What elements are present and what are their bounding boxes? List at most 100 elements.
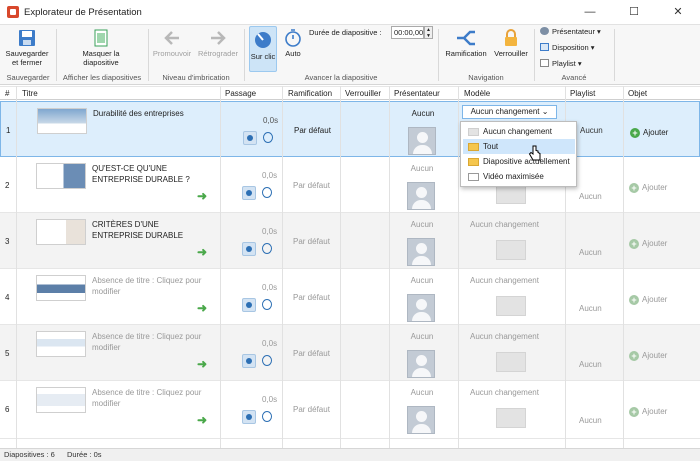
layout-menu[interactable]: Disposition ▾: [540, 42, 595, 54]
table-row[interactable]: 3 CRITÈRES D'UNE ENTREPRISE DURABLE ➜ 0,…: [0, 213, 700, 269]
dropdown-option-maximized-video[interactable]: Vidéo maximisée: [463, 169, 575, 184]
playlist-value[interactable]: Aucun: [579, 304, 602, 313]
slide-title[interactable]: Absence de titre : Cliquez pour modifier: [92, 275, 212, 297]
on-click-button[interactable]: Sur clic: [249, 26, 277, 72]
playlist-value[interactable]: Aucun: [579, 416, 602, 425]
presenter-avatar[interactable]: [407, 294, 435, 322]
timer-icon[interactable]: [262, 187, 272, 198]
timer-icon[interactable]: [262, 299, 272, 310]
status-bar: Diapositives : 6 Durée : 0s: [0, 448, 700, 461]
timer-icon[interactable]: [262, 411, 272, 422]
ribbon-separator: [244, 29, 245, 81]
total-duration: Durée : 0s: [66, 450, 102, 459]
dropdown-option-current-slide[interactable]: Diapositive actuellement: [463, 154, 575, 169]
arrow-right-icon: [211, 31, 226, 45]
slide-title[interactable]: CRITÈRES D'UNE ENTREPRISE DURABLE: [92, 219, 212, 241]
click-timing-icon[interactable]: [242, 298, 256, 312]
add-object-button[interactable]: + Ajouter: [629, 239, 667, 249]
ribbon-separator: [534, 29, 535, 81]
click-timing-icon[interactable]: [242, 186, 256, 200]
duration-spinner[interactable]: ▲ ▼: [424, 26, 433, 39]
save-close-button[interactable]: Sauvegarder et fermer: [3, 28, 51, 67]
window-title: Explorateur de Présentation: [24, 7, 142, 18]
auto-button[interactable]: Auto: [280, 28, 306, 58]
duration-input[interactable]: 00:00,00: [391, 26, 424, 39]
presenter-value[interactable]: Aucun: [407, 164, 437, 173]
presenter-avatar[interactable]: [407, 182, 435, 210]
table-row[interactable]: 1 Durabilité des entreprises 0,0s Par dé…: [0, 101, 700, 157]
dropdown-option-all[interactable]: Tout: [463, 139, 575, 154]
playlist-value[interactable]: Aucun: [579, 192, 602, 201]
table-row[interactable]: 6 Absence de titre : Cliquez pour modifi…: [0, 381, 700, 439]
add-object-button[interactable]: + Ajouter: [629, 351, 667, 361]
close-button[interactable]: ✕: [656, 0, 700, 24]
presenter-avatar[interactable]: [407, 406, 435, 434]
layout-thumbnail: [496, 296, 526, 316]
minimize-button[interactable]: —: [568, 0, 612, 24]
col-object[interactable]: Objet: [628, 89, 647, 98]
add-object-button[interactable]: + Ajouter: [630, 128, 668, 138]
model-value[interactable]: Aucun changement: [470, 220, 539, 229]
branch-value[interactable]: Par défaut: [293, 237, 330, 246]
hide-slide-button[interactable]: Masquer la diapositive: [74, 28, 128, 67]
add-object-button[interactable]: + Ajouter: [629, 295, 667, 305]
table-row[interactable]: 5 Absence de titre : Cliquez pour modifi…: [0, 325, 700, 381]
column-divider: [220, 86, 221, 448]
col-model[interactable]: Modèle: [464, 89, 490, 98]
slide-title[interactable]: Durabilité des entreprises: [93, 108, 213, 119]
promote-button[interactable]: Promouvoir: [150, 28, 194, 58]
col-number[interactable]: #: [5, 89, 9, 98]
playlist-value[interactable]: Aucun: [579, 248, 602, 257]
presenter-menu[interactable]: Présentateur ▾: [540, 26, 601, 38]
presenter-value[interactable]: Aucun: [407, 332, 437, 341]
presenter-avatar[interactable]: [407, 350, 435, 378]
presenter-avatar[interactable]: [407, 238, 435, 266]
model-value[interactable]: Aucun changement: [470, 388, 539, 397]
presenter-value[interactable]: Aucun: [407, 276, 437, 285]
column-divider: [16, 86, 17, 448]
add-object-button[interactable]: + Ajouter: [629, 183, 667, 193]
click-timing-icon[interactable]: [242, 242, 256, 256]
branch-button[interactable]: Ramification: [443, 28, 489, 58]
col-title[interactable]: Titre: [22, 89, 38, 98]
presenter-value[interactable]: Aucun: [407, 220, 437, 229]
model-value[interactable]: Aucun changement: [470, 332, 539, 341]
presenter-avatar[interactable]: [408, 127, 436, 155]
col-lock[interactable]: Verrouiller: [345, 89, 381, 98]
branch-value[interactable]: Par défaut: [294, 126, 331, 135]
table-row[interactable]: 2 QU'EST-CE QU'UNE ENTREPRISE DURABLE ? …: [0, 157, 700, 213]
layout-icon: [540, 43, 549, 51]
slide-title[interactable]: Absence de titre : Cliquez pour modifier: [92, 387, 212, 409]
branch-value[interactable]: Par défaut: [293, 349, 330, 358]
maximize-button[interactable]: ☐: [612, 0, 656, 24]
playlist-value[interactable]: Aucun: [579, 360, 602, 369]
lock-button[interactable]: Verrouiller: [490, 28, 532, 58]
col-timing[interactable]: Passage: [225, 89, 256, 98]
model-dropdown[interactable]: Aucun changement ⌄: [462, 105, 557, 119]
col-presenter[interactable]: Présentateur: [394, 89, 440, 98]
dropdown-option-no-change[interactable]: Aucun changement: [463, 124, 575, 139]
col-playlist[interactable]: Playlist: [570, 89, 595, 98]
col-branch[interactable]: Ramification: [288, 89, 332, 98]
playlist-menu[interactable]: Playlist ▾: [540, 58, 582, 70]
add-object-button[interactable]: + Ajouter: [629, 407, 667, 417]
click-timing-icon[interactable]: [242, 410, 256, 424]
branch-value[interactable]: Par défaut: [293, 293, 330, 302]
timer-icon[interactable]: [262, 355, 272, 366]
presenter-value[interactable]: Aucun: [408, 109, 438, 118]
slide-title[interactable]: QU'EST-CE QU'UNE ENTREPRISE DURABLE ?: [92, 163, 212, 185]
branch-value[interactable]: Par défaut: [293, 181, 330, 190]
table-row[interactable]: 4 Absence de titre : Cliquez pour modifi…: [0, 269, 700, 325]
playlist-value[interactable]: Aucun: [580, 126, 603, 135]
branch-value[interactable]: Par défaut: [293, 405, 330, 414]
slide-title[interactable]: Absence de titre : Cliquez pour modifier: [92, 331, 212, 353]
demote-button[interactable]: Rétrograder: [195, 28, 241, 58]
add-object-label: Ajouter: [642, 239, 668, 248]
timer-icon[interactable]: [262, 243, 272, 254]
click-timing-icon[interactable]: [243, 131, 257, 145]
model-value[interactable]: Aucun changement: [470, 276, 539, 285]
presenter-value[interactable]: Aucun: [407, 388, 437, 397]
slide-thumbnail: [37, 108, 87, 134]
timer-icon[interactable]: [263, 132, 273, 143]
click-timing-icon[interactable]: [242, 354, 256, 368]
